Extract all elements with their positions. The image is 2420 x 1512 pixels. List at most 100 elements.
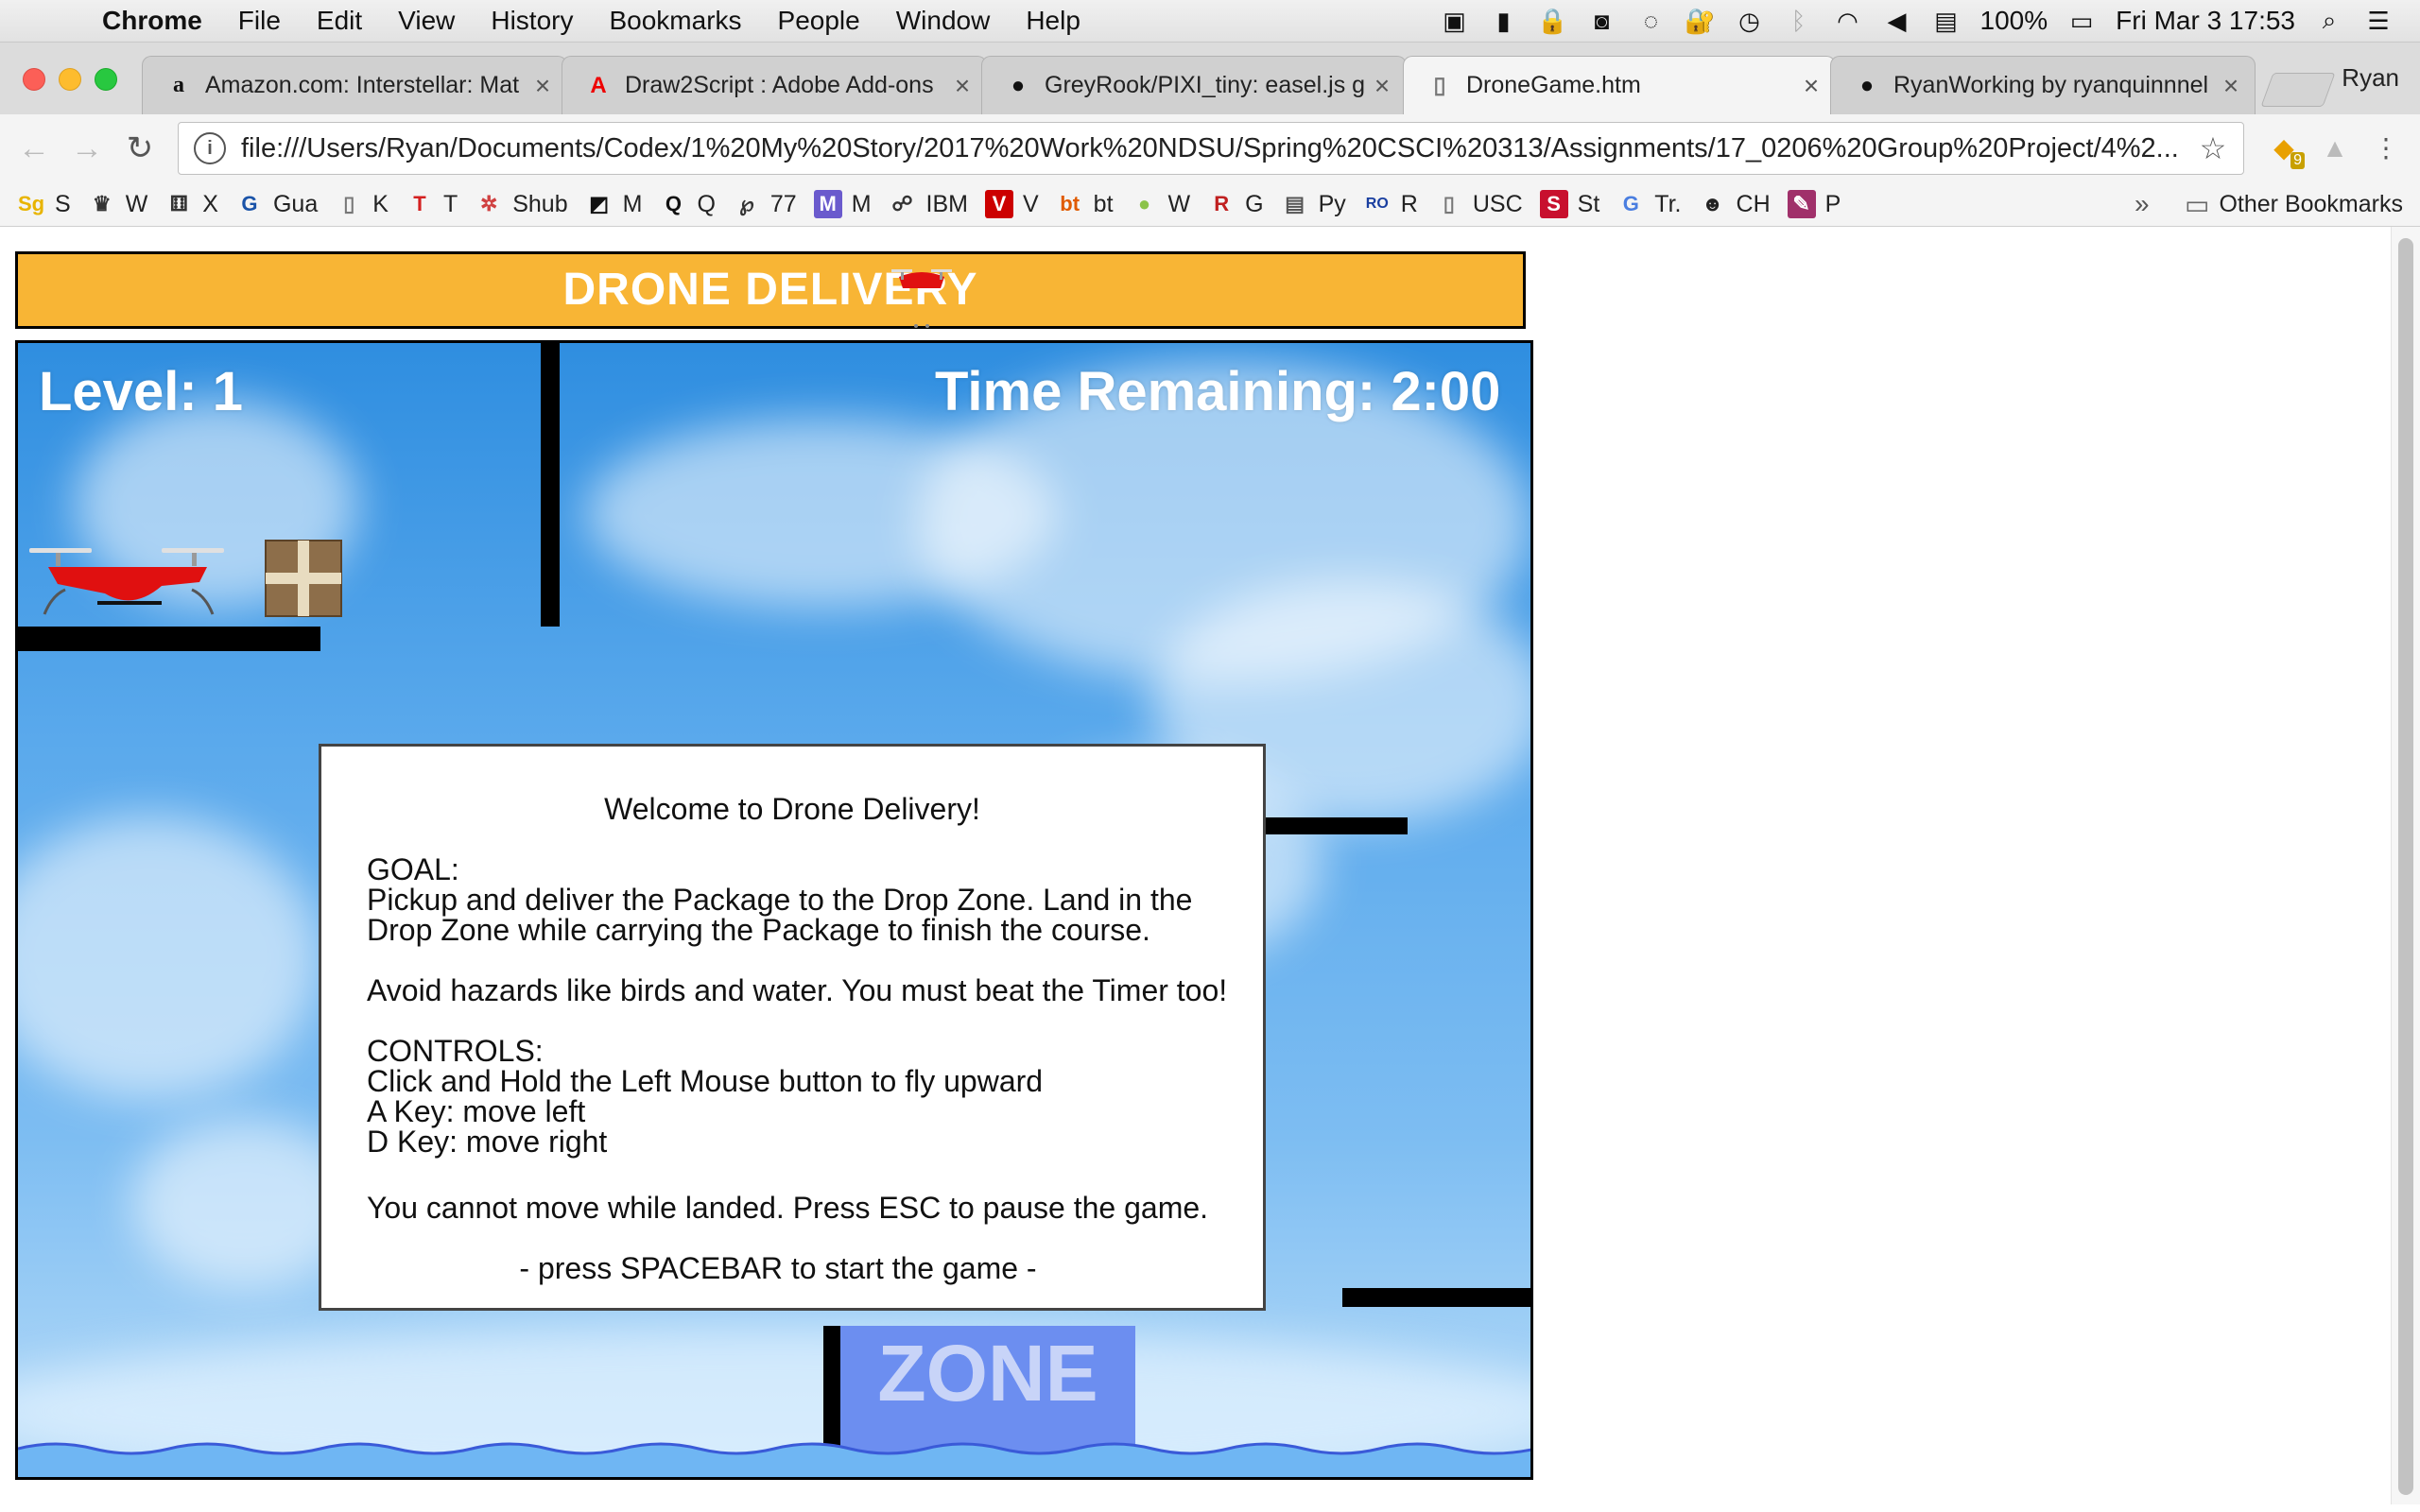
package-box [265, 540, 342, 617]
bookmark-favicon: RO [1365, 196, 1389, 212]
page-icon: ▯ [1433, 73, 1446, 98]
bookmark-item[interactable]: ✲ Shub [475, 190, 568, 218]
forward-arrow-icon[interactable]: → [66, 128, 108, 169]
padlock-icon[interactable]: 🔐 [1685, 7, 1715, 35]
bookmark-item[interactable]: QQ [659, 190, 716, 218]
tab-github-ryanworking[interactable]: ● RyanWorking by ryanquinnnel × [1830, 56, 2256, 114]
bookmark-item[interactable]: ♛ W [88, 190, 147, 218]
app-icon[interactable]: ◙ [1587, 7, 1617, 35]
menu-view[interactable]: View [398, 6, 455, 36]
flag-icon[interactable]: ▤ [1931, 7, 1962, 35]
app-menu: Chrome File Edit View History Bookmarks … [83, 6, 1116, 36]
welcome-dialog: Welcome to Drone Delivery! GOAL: Pickup … [319, 744, 1266, 1311]
bookmark-favicon: M [813, 190, 842, 218]
bookmark-item[interactable]: RG [1207, 190, 1263, 218]
bookmark-favicon: ♛ [92, 192, 112, 215]
extension-badge: 9 [2290, 152, 2305, 169]
back-arrow-icon[interactable]: ← [13, 128, 55, 169]
tab-close-icon[interactable]: × [528, 71, 557, 101]
bookmark-item[interactable]: ▤ Py [1281, 190, 1346, 218]
bookmark-item[interactable]: ⚅ X [164, 190, 218, 218]
bookmark-item[interactable]: ☍ IBM [889, 190, 968, 218]
profile-name[interactable]: Ryan [2342, 63, 2399, 93]
menu-people[interactable]: People [778, 6, 860, 36]
clock[interactable]: Fri Mar 3 17:53 [2116, 6, 2295, 36]
bookmark-item[interactable]: ☻ CH [1699, 190, 1771, 218]
tab-amazon[interactable]: a Amazon.com: Interstellar: Mat × [142, 56, 567, 114]
spotlight-search-icon[interactable]: ⌕ [2314, 6, 2344, 34]
scrollbar-thumb[interactable] [2398, 238, 2413, 1495]
menu-edit[interactable]: Edit [317, 6, 362, 36]
circle-icon[interactable]: ◌ [1636, 7, 1667, 35]
bookmark-item[interactable]: ▯ USC [1435, 190, 1523, 218]
tab-github-pixi[interactable]: ● GreyRook/PIXI_tiny: easel.js g × [981, 56, 1407, 114]
bookmarks-overflow-icon[interactable]: » [2135, 182, 2150, 226]
info-icon[interactable]: i [194, 132, 226, 164]
bookmark-item[interactable]: ◩ M [585, 190, 643, 218]
bookmark-item[interactable]: G Gua [235, 190, 318, 218]
page-scrollbar[interactable] [2391, 227, 2420, 1504]
tab-adobe[interactable]: A Draw2Script : Adobe Add-ons × [562, 56, 987, 114]
bookmark-item[interactable]: ● W [1131, 190, 1190, 218]
start-platform [18, 627, 320, 651]
menu-window[interactable]: Window [896, 6, 991, 36]
menu-help[interactable]: Help [1026, 6, 1080, 36]
url-text[interactable]: file:///Users/Ryan/Documents/Codex/1%20M… [241, 133, 2194, 164]
bookmark-item[interactable]: ✎ P [1787, 190, 1841, 218]
tab-close-icon[interactable]: × [948, 71, 977, 101]
screen-icon[interactable]: ▣ [1440, 7, 1470, 35]
extension-icon[interactable]: ◆ 9 [2267, 131, 2305, 169]
bookmark-item[interactable]: VV [984, 190, 1039, 218]
reload-icon[interactable]: ↻ [119, 128, 161, 169]
bookmark-favicon: R [1214, 192, 1230, 215]
chrome-menu-icon[interactable]: ⋮ [2369, 131, 2403, 165]
battery-percent[interactable]: 100% [1980, 6, 2048, 36]
terminal-icon[interactable]: ▮ [1489, 7, 1519, 35]
bookmark-label: bt [1093, 190, 1114, 217]
notification-center-icon[interactable]: ☰ [2363, 7, 2394, 35]
bookmark-item[interactable]: ▯ K [335, 190, 389, 218]
bookmark-star-icon[interactable]: ☆ [2194, 130, 2232, 166]
bookmark-favicon: G [241, 192, 258, 215]
bookmark-item[interactable]: TT [406, 190, 458, 218]
tab-dronegame[interactable]: ▯ DroneGame.htm × [1403, 56, 1836, 114]
level-label: Level: 1 [39, 361, 243, 422]
other-bookmarks-folder[interactable]: ▭ Other Bookmarks [2185, 182, 2403, 226]
bookmark-favicon: ⚅ [169, 192, 188, 215]
volume-icon[interactable]: ◀ [1882, 7, 1912, 35]
menu-file[interactable]: File [238, 6, 281, 36]
macos-menu-bar: Chrome File Edit View History Bookmarks … [0, 0, 2420, 43]
bookmark-label: P [1824, 190, 1841, 217]
tab-close-icon[interactable]: × [2217, 71, 2245, 101]
bluetooth-icon[interactable]: ᛒ [1784, 7, 1814, 35]
game-canvas[interactable]: Level: 1 Time Remaining: 2:00 ZONE Welco… [15, 340, 1533, 1480]
battery-icon[interactable]: ▭ [2066, 7, 2097, 35]
lock-icon[interactable]: 🔒 [1537, 7, 1567, 35]
tab-close-icon[interactable]: × [1797, 71, 1825, 101]
wifi-icon[interactable]: ◠ [1833, 7, 1863, 35]
address-bar[interactable]: i file:///Users/Ryan/Documents/Codex/1%2… [178, 122, 2244, 175]
bookmark-item[interactable]: Sg S [17, 190, 71, 218]
maximize-window-button[interactable] [95, 68, 117, 91]
bookmark-item[interactable]: MM [813, 190, 872, 218]
time-machine-icon[interactable]: ◷ [1735, 7, 1765, 35]
bookmark-item[interactable]: ℘ 77 [733, 190, 796, 218]
new-tab-button[interactable] [2260, 73, 2336, 107]
bookmark-label: R [1400, 190, 1418, 217]
bookmark-item[interactable]: G Tr. [1616, 190, 1682, 218]
bookmark-item[interactable]: RO R [1363, 190, 1418, 218]
bookmark-item[interactable]: S St [1539, 190, 1599, 218]
bookmark-item[interactable]: bt bt [1056, 190, 1114, 218]
menu-app-name[interactable]: Chrome [102, 6, 202, 36]
tab-close-icon[interactable]: × [1368, 71, 1396, 101]
bookmark-label: M [622, 190, 643, 217]
bookmark-label: Gua [272, 190, 319, 217]
controls-text: CONTROLS: Click and Hold the Left Mouse … [367, 1034, 1044, 1159]
close-window-button[interactable] [23, 68, 45, 91]
drive-icon[interactable]: ▲ [2318, 131, 2352, 165]
menu-bookmarks[interactable]: Bookmarks [609, 6, 741, 36]
tab-title: Draw2Script : Adobe Add-ons [625, 72, 934, 98]
bookmark-label: G [1245, 190, 1264, 217]
minimize-window-button[interactable] [59, 68, 81, 91]
menu-history[interactable]: History [491, 6, 573, 36]
